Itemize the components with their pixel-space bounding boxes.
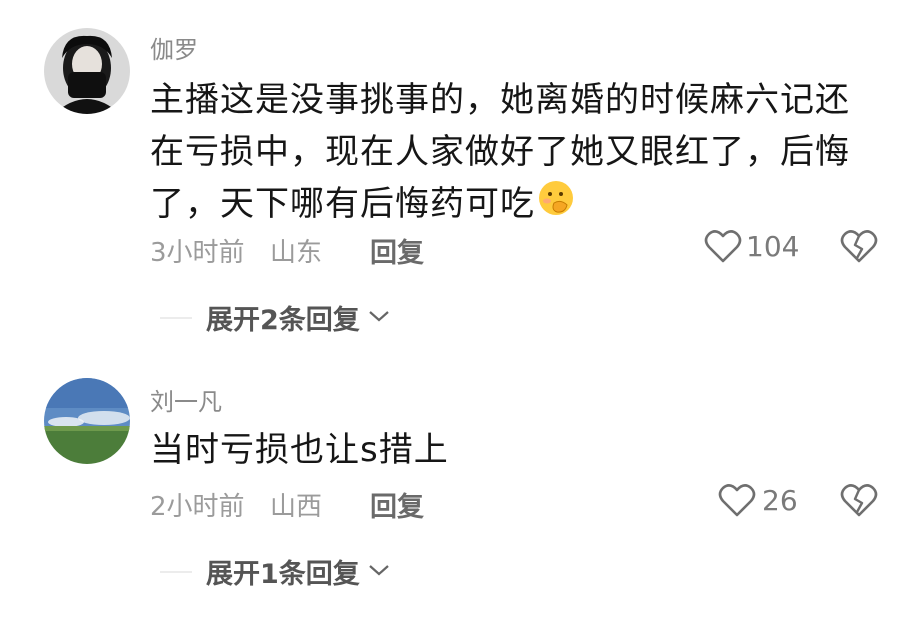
heart-outline-icon[interactable] — [704, 228, 742, 268]
comment-text-line: 主播这是没事挑事的，她离婚的时候麻六记还 — [150, 80, 850, 120]
expand-replies-button[interactable]: 展开1条回复 — [160, 552, 390, 591]
heart-outline-icon[interactable] — [718, 482, 756, 522]
comment-location: 山东 — [270, 238, 323, 268]
chevron-down-icon — [368, 562, 390, 581]
comment-time: 3小时前 — [150, 238, 245, 268]
comment-text-line: 在亏损中，现在人家做好了她又眼红了，后悔 — [150, 132, 850, 172]
comment-text: 当时亏损也让s措上 — [150, 430, 449, 470]
comment-location: 山西 — [270, 492, 323, 522]
chevron-down-icon — [368, 308, 390, 327]
broken-heart-icon[interactable] — [840, 228, 878, 268]
comment-item: 伽罗 主播这是没事挑事的，她离婚的时候麻六记还 在亏损中，现在人家做好了她又眼红… — [0, 0, 907, 340]
username[interactable]: 刘一凡 — [150, 382, 222, 417]
username[interactable]: 伽罗 — [150, 30, 198, 65]
comment-time: 2小时前 — [150, 492, 245, 522]
reply-button[interactable]: 回复 — [370, 231, 424, 270]
comment-item: 刘一凡 当时亏损也让s措上 2小时前 山西 回复 26 展开1条回复 — [0, 340, 907, 624]
broken-heart-icon[interactable] — [840, 482, 878, 522]
comment-text: 主播这是没事挑事的，她离婚的时候麻六记还 在亏损中，现在人家做好了她又眼红了，后… — [150, 74, 870, 232]
comment-text-line-content: 了，天下哪有后悔药可吃 — [150, 184, 535, 224]
expand-replies-label: 展开2条回复 — [206, 305, 360, 336]
face-with-hand-over-mouth-emoji — [537, 179, 575, 232]
expand-replies-button[interactable]: 展开2条回复 — [160, 298, 390, 337]
divider-line — [160, 316, 192, 319]
like-count: 26 — [762, 484, 798, 517]
divider-line — [160, 570, 192, 573]
comment-text-line: 了，天下哪有后悔药可吃 — [150, 178, 870, 232]
expand-replies-label: 展开1条回复 — [206, 559, 360, 590]
avatar[interactable] — [44, 378, 130, 464]
avatar[interactable] — [44, 28, 130, 114]
reply-button[interactable]: 回复 — [370, 485, 424, 524]
like-count: 104 — [746, 230, 800, 263]
